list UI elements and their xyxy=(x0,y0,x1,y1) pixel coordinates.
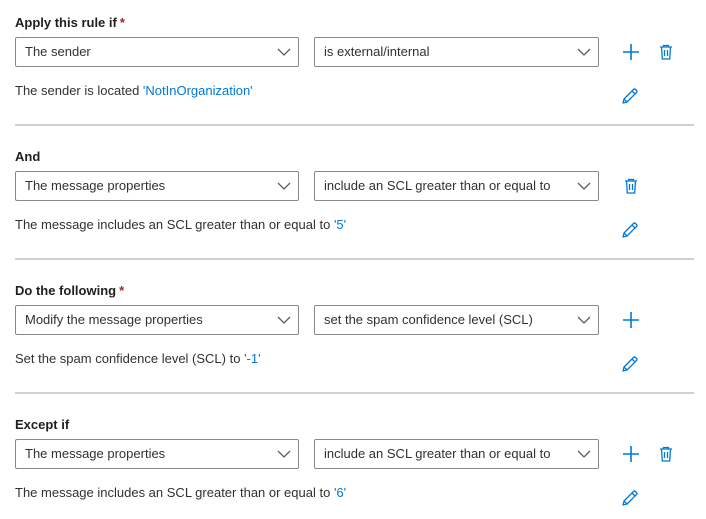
and-description: The message includes an SCL greater than… xyxy=(15,217,346,233)
and-description-text: The message includes an SCL greater than… xyxy=(15,217,334,232)
exception-field-value: The message properties xyxy=(25,446,166,461)
chevron-down-icon xyxy=(577,316,591,324)
chevron-down-icon xyxy=(277,182,291,190)
pencil-icon xyxy=(622,356,638,372)
chevron-down-icon xyxy=(577,48,591,56)
plus-icon xyxy=(623,312,639,328)
chevron-down-icon xyxy=(277,316,291,324)
and-value-link[interactable]: '5' xyxy=(334,217,346,232)
exceptions-title: Except if xyxy=(15,417,70,432)
exception-operator-dropdown[interactable]: include an SCL greater than or equal to xyxy=(314,439,599,469)
action-description: Set the spam confidence level (SCL) to '… xyxy=(15,351,261,367)
and-operator-value: include an SCL greater than or equal to xyxy=(324,178,551,193)
chevron-down-icon xyxy=(277,450,291,458)
add-action-button[interactable] xyxy=(621,310,641,330)
conditions-heading: Apply this rule if * xyxy=(15,15,125,31)
condition-value-link[interactable]: 'NotInOrganization' xyxy=(143,83,253,98)
and-field-dropdown[interactable]: The message properties xyxy=(15,171,299,201)
condition-description: The sender is located 'NotInOrganization… xyxy=(15,83,253,99)
pencil-icon xyxy=(622,88,638,104)
plus-icon xyxy=(623,446,639,462)
chevron-down-icon xyxy=(577,450,591,458)
and-operator-dropdown[interactable]: include an SCL greater than or equal to xyxy=(314,171,599,201)
section-divider xyxy=(15,392,694,394)
pencil-icon xyxy=(622,222,638,238)
and-field-value: The message properties xyxy=(25,178,166,193)
delete-exception-button[interactable] xyxy=(656,444,676,464)
action-description-text: Set the spam confidence level (SCL) to xyxy=(15,351,245,366)
edit-condition-button[interactable] xyxy=(620,86,640,106)
and-title: And xyxy=(15,149,41,164)
condition-operator-value: is external/internal xyxy=(324,44,430,59)
exception-field-dropdown[interactable]: The message properties xyxy=(15,439,299,469)
condition-description-text: The sender is located xyxy=(15,83,143,98)
plus-icon xyxy=(623,44,639,60)
exception-value-link[interactable]: '6' xyxy=(334,485,346,500)
delete-condition-button[interactable] xyxy=(656,42,676,62)
add-exception-button[interactable] xyxy=(621,444,641,464)
delete-and-condition-button[interactable] xyxy=(621,176,641,196)
condition-field-dropdown[interactable]: The sender xyxy=(15,37,299,67)
trash-icon xyxy=(625,178,637,194)
exception-description: The message includes an SCL greater than… xyxy=(15,485,346,501)
trash-icon xyxy=(660,446,672,462)
add-condition-button[interactable] xyxy=(621,42,641,62)
edit-and-condition-button[interactable] xyxy=(620,220,640,240)
trash-icon xyxy=(660,44,672,60)
action-field-value: Modify the message properties xyxy=(25,312,203,327)
edit-exception-button[interactable] xyxy=(620,488,640,508)
condition-operator-dropdown[interactable]: is external/internal xyxy=(314,37,599,67)
actions-title: Do the following xyxy=(15,283,117,298)
actions-heading: Do the following * xyxy=(15,283,124,299)
exception-operator-value: include an SCL greater than or equal to xyxy=(324,446,551,461)
section-divider xyxy=(15,258,694,260)
action-operator-dropdown[interactable]: set the spam confidence level (SCL) xyxy=(314,305,599,335)
chevron-down-icon xyxy=(277,48,291,56)
action-value-link[interactable]: '-1' xyxy=(244,351,261,366)
required-mark: * xyxy=(119,15,125,30)
action-operator-value: set the spam confidence level (SCL) xyxy=(324,312,533,327)
and-heading: And xyxy=(15,149,40,165)
condition-field-value: The sender xyxy=(25,44,91,59)
section-divider xyxy=(15,124,694,126)
required-mark: * xyxy=(119,283,125,298)
exception-description-text: The message includes an SCL greater than… xyxy=(15,485,334,500)
conditions-title: Apply this rule if xyxy=(15,15,117,30)
pencil-icon xyxy=(622,490,638,506)
edit-action-button[interactable] xyxy=(620,354,640,374)
exceptions-heading: Except if xyxy=(15,417,69,433)
action-field-dropdown[interactable]: Modify the message properties xyxy=(15,305,299,335)
chevron-down-icon xyxy=(577,182,591,190)
